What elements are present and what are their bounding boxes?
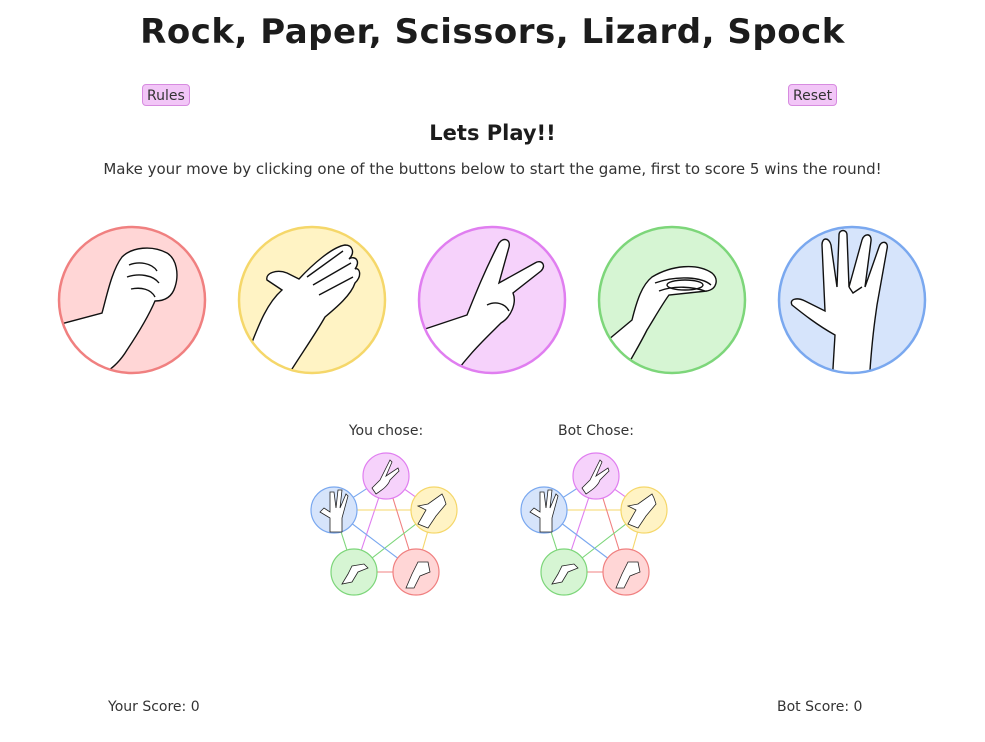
bot-choice-diagram (516, 448, 676, 608)
game-title: Rock, Paper, Scissors, Lizard, Spock (140, 12, 845, 52)
rock-button[interactable] (57, 225, 207, 375)
reset-button[interactable]: Reset (788, 84, 838, 106)
bot-chose-label: Bot Chose: (558, 423, 634, 439)
instructions-text: Make your move by clicking one of the bu… (103, 160, 882, 178)
rules-pentagon-diagram (520, 452, 668, 596)
spock-hand-icon (777, 225, 927, 375)
spock-button[interactable] (777, 225, 927, 375)
you-chose-label: You chose: (348, 423, 424, 439)
play-heading: Lets Play!! (429, 121, 556, 145)
lizard-button[interactable] (597, 225, 747, 375)
lizard-hand-icon (597, 225, 747, 375)
paper-hand-icon (237, 225, 387, 375)
you-choice-diagram (306, 448, 466, 608)
paper-button[interactable] (237, 225, 387, 375)
rules-button[interactable]: Rules (142, 84, 190, 106)
your-score: Your Score: 0 (108, 699, 200, 715)
scissors-button[interactable] (417, 225, 567, 375)
scissors-hand-icon (417, 225, 567, 375)
rules-pentagon-diagram (310, 452, 458, 596)
bot-score: Bot Score: 0 (777, 699, 863, 715)
rock-hand-icon (57, 225, 207, 375)
